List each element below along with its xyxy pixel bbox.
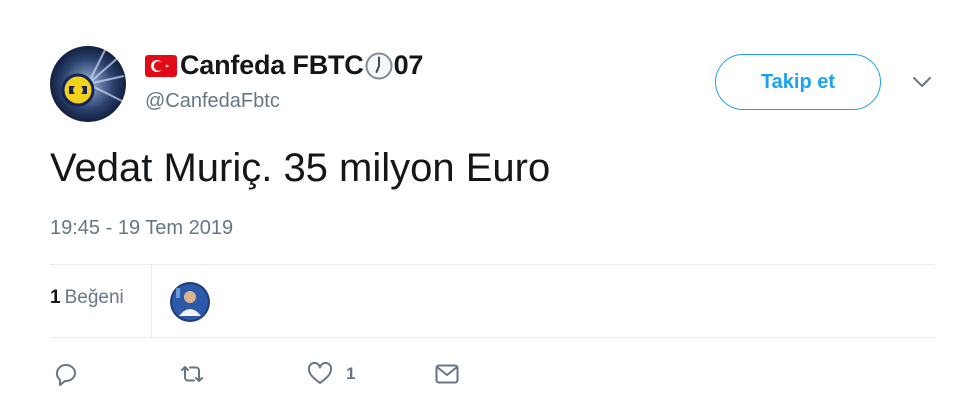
tweet-timestamp[interactable]: 19:45 - 19 Tem 2019 [50,217,233,240]
likes-count: 1 [50,287,61,308]
display-name-suffix: 07 [393,50,424,80]
reply-icon [56,364,76,386]
heart-icon [307,361,333,384]
reply-button[interactable] [52,360,80,388]
retweet-button[interactable] [178,360,206,388]
chevron-down-icon[interactable] [910,72,934,92]
clock-icon [365,52,393,80]
likes-stat[interactable]: 1 Beğeni [50,287,124,309]
liker-avatar[interactable] [170,282,210,322]
follow-button[interactable]: Takip et [715,54,881,110]
like-button[interactable]: 1 [306,360,355,388]
retweet-icon [181,366,203,382]
user-handle[interactable]: @CanfedaFbtc [145,90,280,113]
tweet-text: Vedat Muriç. 35 milyon Euro [50,146,551,190]
envelope-icon [435,364,459,384]
stats-top-divider [50,264,935,265]
display-name: Canfeda FBTC [180,50,364,80]
direct-message-button[interactable] [433,360,461,388]
like-count: 1 [346,364,356,383]
stats-vertical-divider [151,265,152,337]
profile-avatar[interactable] [50,46,126,122]
turkey-flag-icon [145,54,177,77]
likes-label: Beğeni [64,287,124,308]
display-name-row[interactable]: Canfeda FBTC 07 [145,50,423,81]
stats-bottom-divider [50,337,935,338]
